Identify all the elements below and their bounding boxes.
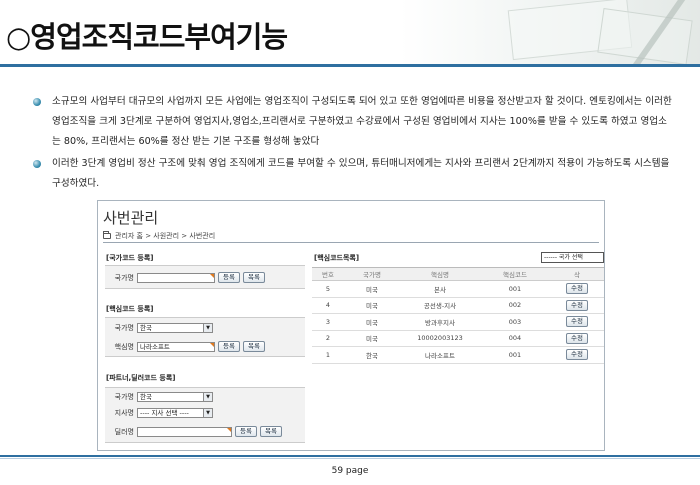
footer-divider-thin bbox=[0, 458, 700, 459]
core-name-row: 핵심명 나라소프트 등록 목록 bbox=[106, 341, 265, 352]
bullet-item: 이러한 3단계 영업비 정산 구조에 맞춰 영업 조직에게 코드를 부여할 수 … bbox=[32, 154, 672, 194]
page-number: 59 page bbox=[331, 466, 369, 476]
country-select[interactable]: 한국 ▼ bbox=[137, 323, 213, 333]
cell-no: 4 bbox=[312, 297, 344, 314]
folder-icon bbox=[103, 231, 111, 239]
page-title: 사번관리 bbox=[103, 209, 159, 227]
cell-action: 수정 bbox=[550, 280, 604, 298]
breadcrumb-text: 관리자 홈 > 사원관리 > 사번관리 bbox=[115, 232, 216, 240]
dealer-name-input[interactable] bbox=[137, 426, 232, 437]
core-label: 핵심명 bbox=[114, 342, 134, 351]
admin-screenshot: 사번관리 관리자 홈 > 사원관리 > 사번관리 [국가코드 등록] 국가명 등… bbox=[97, 200, 605, 451]
cell-no: 1 bbox=[312, 346, 344, 364]
cell-core: 공선생-지사 bbox=[400, 297, 480, 314]
country-section-title: [국가코드 등록] bbox=[106, 254, 154, 262]
cell-no: 3 bbox=[312, 313, 344, 331]
country-name-input[interactable] bbox=[137, 272, 215, 283]
country-select[interactable]: 한국 ▼ bbox=[137, 392, 213, 402]
column-header: 핵심명 bbox=[400, 267, 480, 281]
edit-button[interactable]: 수정 bbox=[566, 299, 588, 311]
chevron-down-icon: ▼ bbox=[203, 393, 212, 401]
cell-country: 미국 bbox=[344, 313, 400, 331]
slide-header: ○영업조직코드부여기능 bbox=[0, 0, 700, 64]
title-divider bbox=[103, 242, 599, 243]
column-header: 번호 bbox=[312, 267, 344, 281]
country-label: 국가명 bbox=[114, 393, 134, 401]
required-marker-icon bbox=[227, 427, 231, 432]
branch-label: 지사명 bbox=[114, 409, 134, 417]
bullet-text: 이러한 3단계 영업비 정산 구조에 맞춰 영업 조직에게 코드를 부여할 수 … bbox=[52, 158, 670, 189]
cell-core: 본사 bbox=[400, 280, 480, 298]
bullet-dot-icon bbox=[33, 160, 41, 168]
country-form-row: 국가명 등록 목록 bbox=[106, 272, 265, 283]
core-section-title: [핵심코드 등록] bbox=[106, 305, 154, 313]
edit-button[interactable]: 수정 bbox=[566, 283, 588, 295]
title-divider bbox=[0, 64, 700, 67]
table-row: 2 미국 10002003123 004 수정 bbox=[312, 330, 604, 347]
table-row: 3 미국 방과후지사 003 수정 bbox=[312, 313, 604, 331]
cell-country: 미국 bbox=[344, 280, 400, 298]
cell-no: 2 bbox=[312, 330, 344, 347]
cell-action: 수정 bbox=[550, 313, 604, 331]
table-row: 1 한국 나라소프트 001 수정 bbox=[312, 346, 604, 364]
dealer-label: 딜러명 bbox=[114, 427, 134, 436]
cell-country: 미국 bbox=[344, 330, 400, 347]
cell-action: 수정 bbox=[550, 346, 604, 364]
breadcrumb: 관리자 홈 > 사원관리 > 사번관리 bbox=[103, 231, 215, 241]
required-marker-icon bbox=[210, 342, 214, 347]
bullet-list: 소규모의 사업부터 대규모의 사업까지 모든 사업에는 영업조직이 구성되도록 … bbox=[32, 92, 672, 196]
cell-action: 수정 bbox=[550, 330, 604, 347]
partner-section-title: [파트너,딜러코드 등록] bbox=[106, 374, 176, 382]
chevron-down-icon: ▼ bbox=[203, 324, 212, 332]
footer-divider bbox=[0, 455, 700, 457]
edit-button[interactable]: 수정 bbox=[566, 332, 588, 344]
core-code-table: 번호 국가명 핵심명 핵심코드 삭 5 미국 본사 001 수정 4 미국 공선… bbox=[312, 267, 604, 364]
core-list-title: [핵심코드목록] bbox=[314, 254, 360, 262]
branch-select[interactable]: ---- 지사 선택 ---- ▼ bbox=[137, 408, 213, 418]
cell-code: 001 bbox=[480, 346, 550, 364]
cell-action: 수정 bbox=[550, 297, 604, 314]
bullet-dot-icon bbox=[33, 98, 41, 106]
bullet-item: 소규모의 사업부터 대규모의 사업까지 모든 사업에는 영업조직이 구성되도록 … bbox=[32, 92, 672, 152]
core-country-row: 국가명 한국 ▼ bbox=[106, 323, 213, 333]
header-decoration-image bbox=[400, 0, 700, 64]
slide-title: ○영업조직코드부여기능 bbox=[6, 20, 288, 54]
cell-code: 001 bbox=[480, 280, 550, 298]
edit-button[interactable]: 수정 bbox=[566, 316, 588, 328]
column-header: 핵심코드 bbox=[480, 267, 550, 281]
register-button[interactable]: 등록 bbox=[218, 341, 240, 352]
chevron-down-icon: ▼ bbox=[203, 409, 212, 417]
partner-dealer-row: 딜러명 등록 목록 bbox=[106, 426, 282, 437]
bullet-text: 소규모의 사업부터 대규모의 사업까지 모든 사업에는 영업조직이 구성되도록 … bbox=[52, 96, 672, 147]
column-header: 국가명 bbox=[344, 267, 400, 281]
register-button[interactable]: 등록 bbox=[235, 426, 257, 437]
cell-core: 방과후지사 bbox=[400, 313, 480, 331]
country-label: 국가명 bbox=[114, 273, 134, 282]
column-header: 삭 bbox=[550, 267, 604, 281]
cell-code: 002 bbox=[480, 297, 550, 314]
table-row: 5 미국 본사 001 수정 bbox=[312, 280, 604, 298]
required-marker-icon bbox=[210, 273, 214, 278]
core-name-input[interactable]: 나라소프트 bbox=[137, 341, 215, 352]
cell-core: 나라소프트 bbox=[400, 346, 480, 364]
list-button[interactable]: 목록 bbox=[242, 272, 265, 283]
cell-country: 미국 bbox=[344, 297, 400, 314]
table-header-row: 번호 국가명 핵심명 핵심코드 삭 bbox=[312, 267, 604, 281]
cell-country: 한국 bbox=[344, 346, 400, 364]
table-row: 4 미국 공선생-지사 002 수정 bbox=[312, 297, 604, 314]
list-button[interactable]: 목록 bbox=[242, 341, 265, 352]
cell-code: 003 bbox=[480, 313, 550, 331]
register-button[interactable]: 등록 bbox=[218, 272, 240, 283]
edit-button[interactable]: 수정 bbox=[566, 349, 588, 361]
country-filter-select[interactable]: ------ 국가 선택 bbox=[541, 252, 604, 263]
cell-no: 5 bbox=[312, 280, 344, 298]
partner-branch-row: 지사명 ---- 지사 선택 ---- ▼ bbox=[106, 408, 213, 418]
partner-country-row: 국가명 한국 ▼ bbox=[106, 392, 213, 402]
list-button[interactable]: 목록 bbox=[259, 426, 282, 437]
cell-code: 004 bbox=[480, 330, 550, 347]
cell-core: 10002003123 bbox=[400, 330, 480, 347]
country-label: 국가명 bbox=[114, 324, 134, 332]
